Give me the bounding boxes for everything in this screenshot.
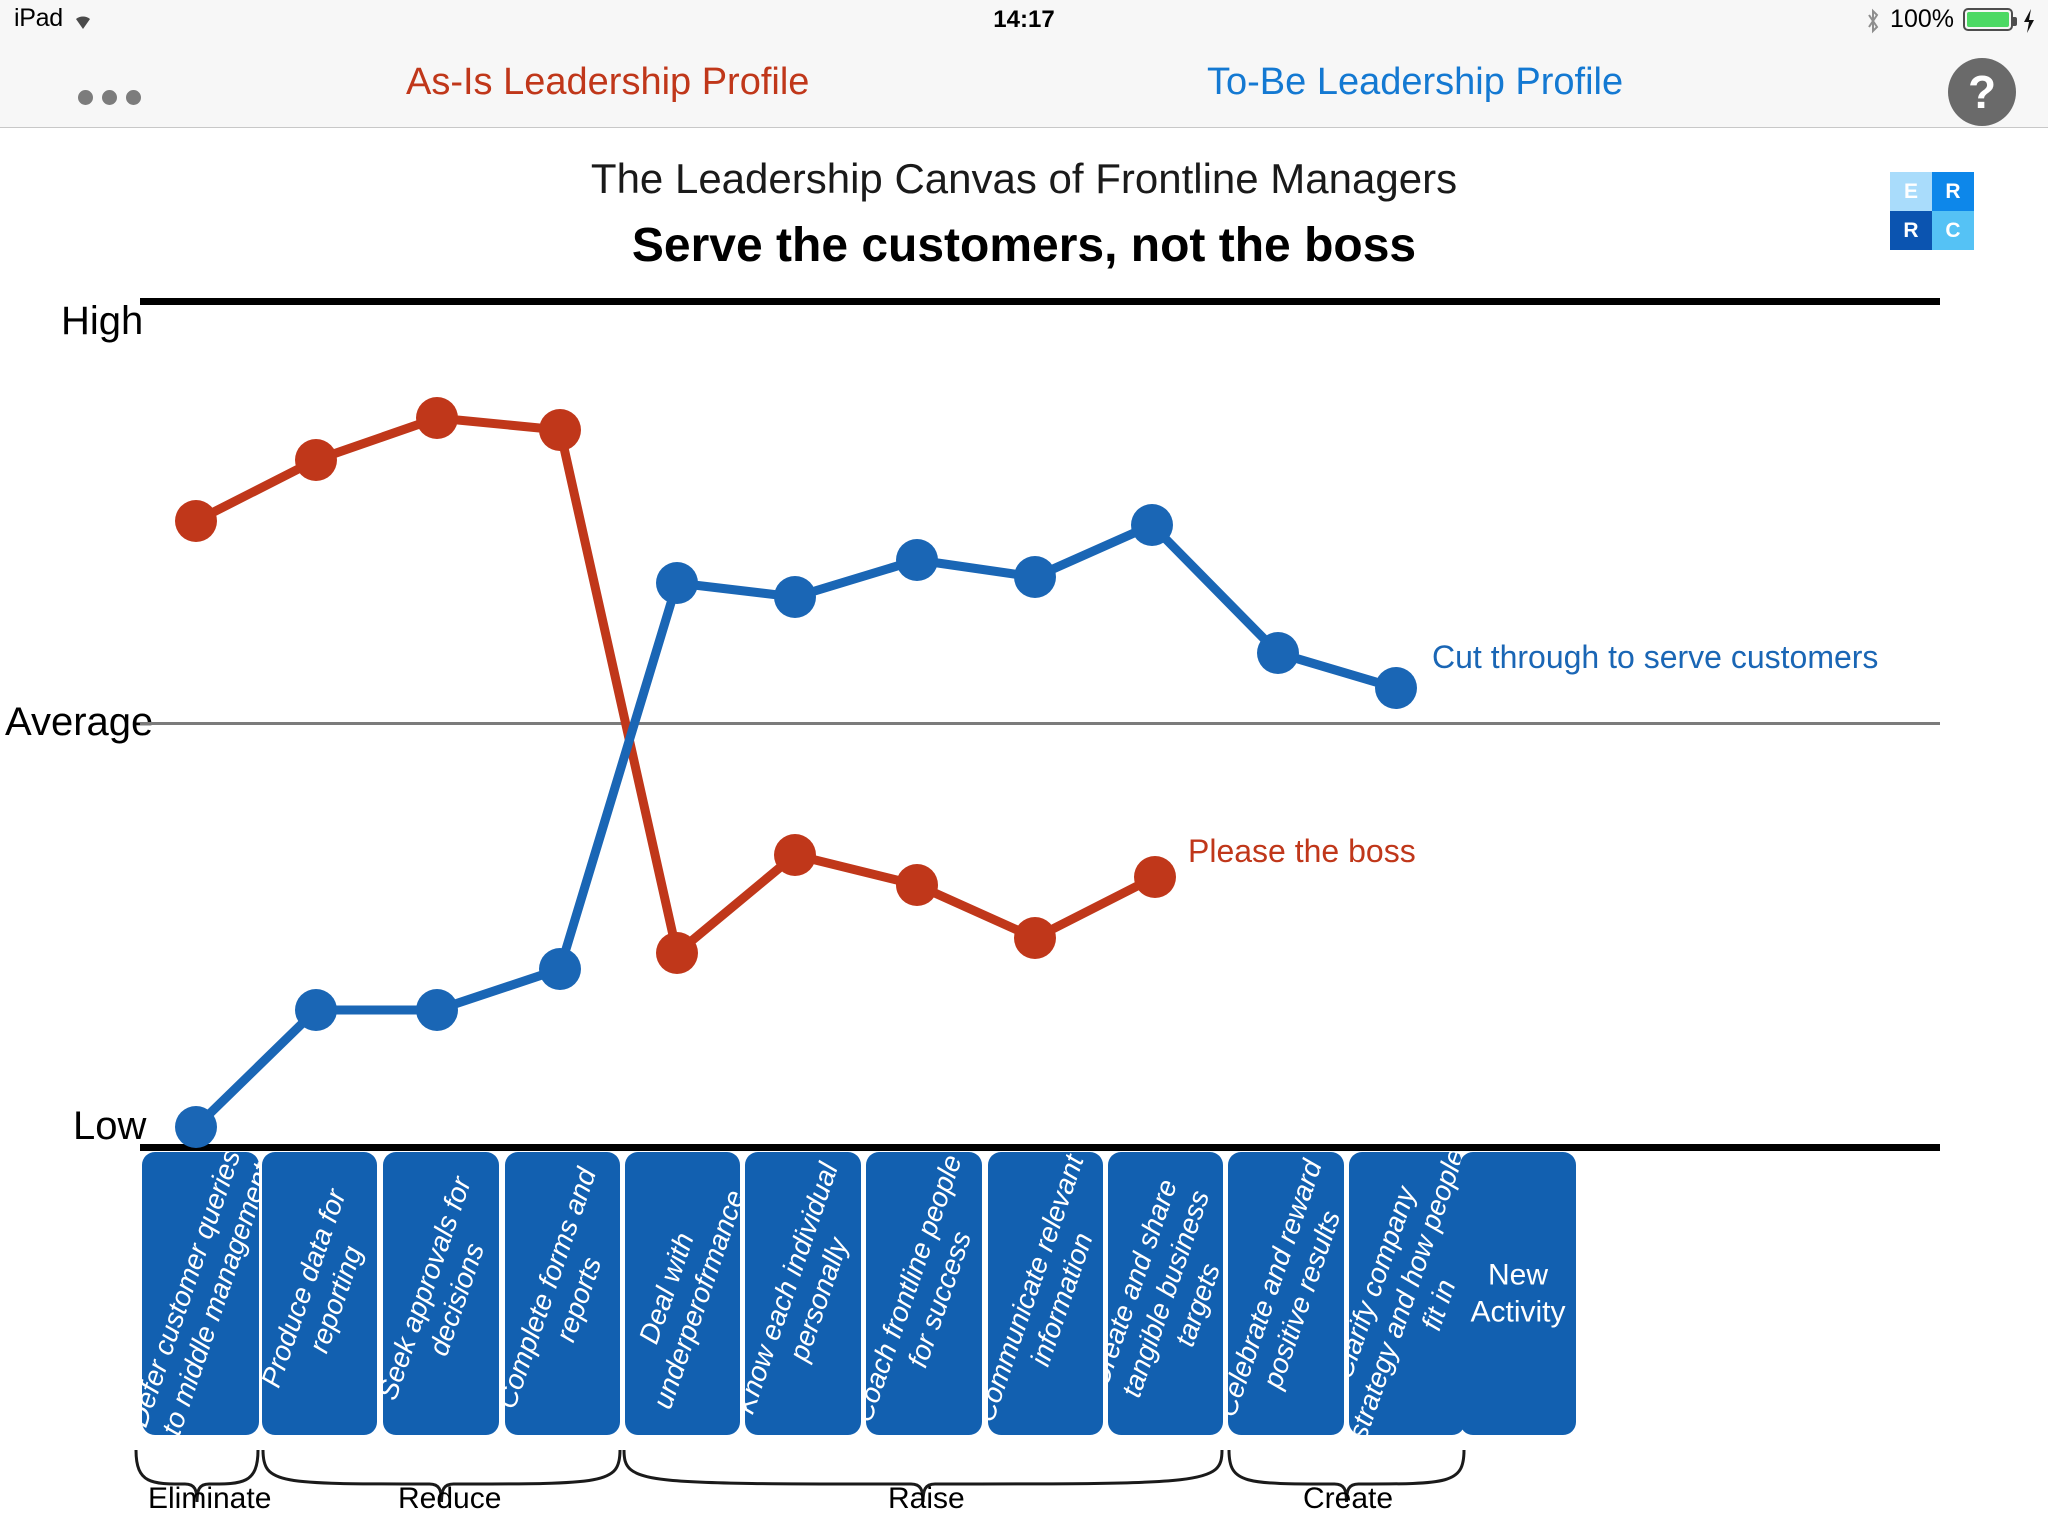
activity-label: Celebrate and reward positive results — [1228, 1155, 1344, 1421]
activity-label: Deal with underperofrmance — [632, 1185, 740, 1413]
activity-label: Communicate relevant information — [988, 1152, 1099, 1426]
activity-box[interactable]: Seek approvals for decisions — [383, 1152, 499, 1435]
series-line-cut-through — [191, 520, 1401, 1132]
data-point[interactable] — [539, 948, 581, 990]
data-point[interactable] — [175, 1106, 217, 1148]
activity-box[interactable]: Complete forms and reports — [505, 1152, 620, 1435]
data-point[interactable] — [1375, 667, 1417, 709]
data-point[interactable] — [1014, 917, 1056, 959]
activity-box[interactable]: Communicate relevant information — [988, 1152, 1103, 1435]
data-point[interactable] — [896, 539, 938, 581]
activity-box[interactable]: Deal with underperofrmance — [625, 1152, 740, 1435]
data-point[interactable] — [416, 397, 458, 439]
activity-box[interactable]: Coach frontline people for success — [866, 1152, 982, 1435]
activity-label: Clarify company strategy and how people … — [1349, 1152, 1465, 1435]
activity-label: Seek approvals for decisions — [383, 1172, 491, 1404]
data-point[interactable] — [175, 500, 217, 542]
activity-box[interactable]: Know each individual personally — [745, 1152, 861, 1435]
activity-label: New Activity — [1470, 1258, 1566, 1329]
activity-box[interactable]: Celebrate and reward positive results — [1228, 1152, 1344, 1435]
activity-box[interactable]: Produce data for reporting — [262, 1152, 377, 1435]
activity-label: Defer customer queries to middle managem… — [142, 1152, 259, 1435]
data-point[interactable] — [774, 834, 816, 876]
axis-tick-high: High — [61, 299, 144, 343]
data-point[interactable] — [656, 932, 698, 974]
activity-box[interactable]: New Activity — [1460, 1152, 1576, 1435]
data-point[interactable] — [416, 989, 458, 1031]
data-point[interactable] — [774, 576, 816, 618]
data-point[interactable] — [896, 864, 938, 906]
data-point[interactable] — [1257, 632, 1299, 674]
series-line-please-the-boss — [191, 413, 1160, 958]
data-point[interactable] — [1134, 856, 1176, 898]
axis-line-average — [140, 722, 1940, 725]
legend-please-the-boss: Please the boss — [1188, 833, 1416, 869]
group-label: Raise — [888, 1482, 965, 1515]
activity-box[interactable]: Defer customer queries to middle managem… — [142, 1152, 259, 1435]
data-point[interactable] — [656, 562, 698, 604]
data-point[interactable] — [295, 439, 337, 481]
activity-label: Know each individual personally — [745, 1158, 855, 1418]
group-braces — [134, 1449, 1466, 1503]
data-point[interactable] — [1131, 504, 1173, 546]
axis-line-high — [140, 298, 1940, 305]
legend-cut-through-to-serve-customers: Cut through to serve customers — [1432, 639, 1879, 675]
group-label: Reduce — [398, 1482, 502, 1515]
activity-label: Complete forms and reports — [505, 1163, 607, 1412]
data-point[interactable] — [539, 409, 581, 451]
group-label: Eliminate — [148, 1482, 272, 1515]
axis-line-low — [140, 1144, 1940, 1151]
activity-label: Produce data for reporting — [262, 1184, 368, 1391]
axis-tick-average: Average — [5, 700, 154, 744]
activity-box[interactable]: Create and share tangible business targe… — [1108, 1152, 1223, 1435]
activity-label: Create and share tangible business targe… — [1108, 1174, 1223, 1401]
axis-tick-low: Low — [73, 1104, 147, 1148]
data-point[interactable] — [1014, 556, 1056, 598]
data-point[interactable] — [295, 989, 337, 1031]
group-label: Create — [1303, 1482, 1394, 1515]
activity-label: Coach frontline people for success — [866, 1152, 978, 1426]
activity-box[interactable]: Clarify company strategy and how people … — [1349, 1152, 1465, 1435]
